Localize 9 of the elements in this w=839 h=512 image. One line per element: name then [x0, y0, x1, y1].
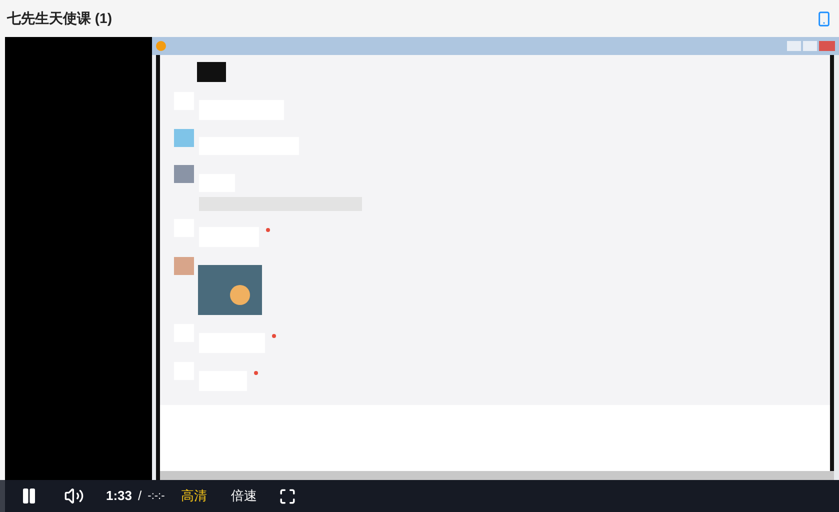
current-time: 1:33 — [106, 487, 132, 506]
fullscreen-icon[interactable] — [278, 488, 296, 504]
time-separator: / — [138, 487, 142, 506]
page-title: 七先生天使课 (1) — [7, 9, 112, 28]
speed-button[interactable]: 倍速 — [230, 486, 257, 506]
quality-button[interactable]: 高清 — [180, 486, 207, 506]
pause-button[interactable] — [20, 487, 38, 505]
volume-icon[interactable] — [64, 486, 84, 506]
duration: -:-:- — [148, 488, 165, 504]
